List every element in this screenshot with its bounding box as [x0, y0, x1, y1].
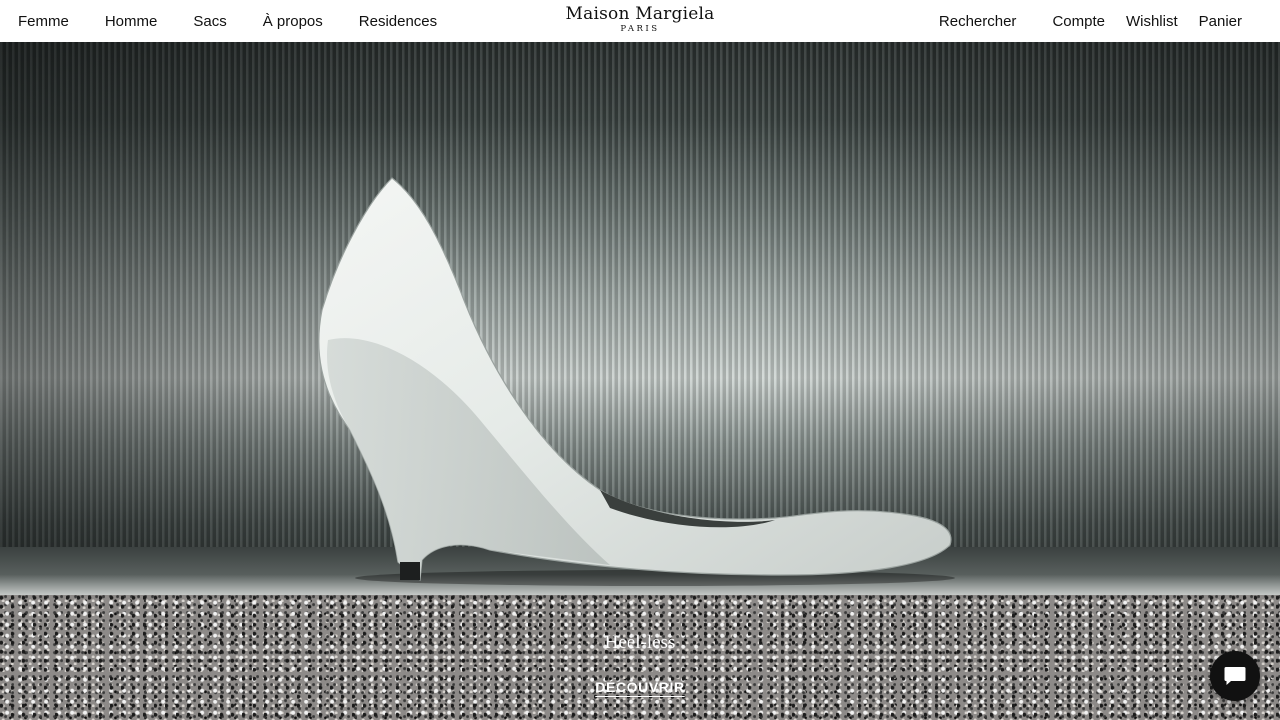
nav-link-homme[interactable]: Homme — [105, 13, 158, 30]
discover-button[interactable]: DÉCOUVRIR — [590, 679, 690, 695]
primary-nav: Femme Homme Sacs À propos Residences — [18, 0, 437, 42]
brand-logo[interactable]: Maison Margiela PARIS — [540, 4, 740, 35]
chat-bubble-icon — [1224, 667, 1246, 685]
nav-link-a-propos[interactable]: À propos — [263, 13, 323, 30]
account-link[interactable]: Compte — [1052, 13, 1105, 30]
nav-link-residences[interactable]: Residences — [359, 13, 437, 30]
brand-logo-name: Maison Margiela — [565, 4, 715, 24]
utility-nav: Rechercher Compte Wishlist Panier — [939, 0, 1242, 42]
wishlist-link[interactable]: Wishlist — [1126, 13, 1178, 30]
nav-link-sacs[interactable]: Sacs — [193, 13, 226, 30]
search-link[interactable]: Rechercher — [939, 13, 1017, 30]
hero-terrazzo-floor — [0, 595, 1280, 720]
brand-logo-city: PARIS — [620, 24, 660, 34]
site-header: Femme Homme Sacs À propos Residences Mai… — [0, 0, 1280, 42]
hero-shoe-image — [318, 177, 955, 586]
cart-link[interactable]: Panier — [1199, 13, 1242, 30]
chat-launcher-button[interactable] — [1210, 651, 1260, 701]
hero-banner[interactable]: Heel-less DÉCOUVRIR — [0, 42, 1280, 720]
nav-link-femme[interactable]: Femme — [18, 13, 69, 30]
hero-caption: Heel-less — [604, 632, 676, 653]
